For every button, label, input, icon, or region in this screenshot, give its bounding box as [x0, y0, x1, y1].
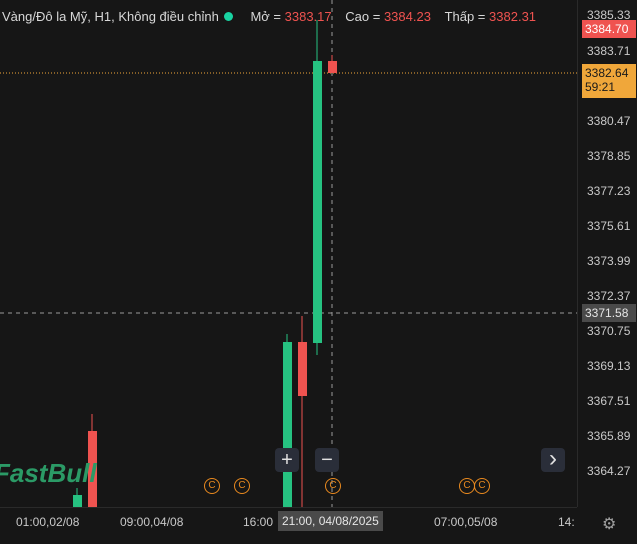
time-tick: 07:00,05/08: [434, 515, 498, 529]
chart-legend: Vàng/Đô la Mỹ, H1, Không điều chỉnh Mở =…: [2, 9, 536, 24]
time-tick: 09:00,04/08: [120, 515, 184, 529]
time-tick: 16:00: [243, 515, 274, 529]
market-status-icon: [223, 12, 233, 21]
price-tick: 3367.51: [587, 394, 631, 408]
price-tick: 3372.37: [587, 289, 631, 303]
price-tick: 3373.99: [587, 254, 631, 268]
event-marker-icon[interactable]: C: [459, 478, 475, 494]
candle: [283, 334, 292, 507]
event-marker-icon[interactable]: C: [234, 478, 250, 494]
event-marker-icon[interactable]: C: [325, 478, 341, 494]
time-tick: 01:00,02/08: [16, 515, 80, 529]
scroll-right-button[interactable]: ›: [541, 447, 565, 472]
time-tick: 14:: [558, 515, 575, 529]
high-label: Cao =: [345, 9, 381, 24]
price-tick: 3378.85: [587, 149, 631, 163]
candlestick-chart[interactable]: [0, 0, 577, 507]
gear-icon[interactable]: ⚙: [602, 514, 616, 534]
bar-countdown: 59:21: [585, 80, 616, 94]
candle: [73, 488, 82, 507]
crosshair-time-tag: 21:00, 04/08/2025: [278, 511, 383, 531]
price-tick: 3364.27: [587, 464, 631, 478]
price-tick: 3383.71: [587, 44, 631, 58]
low-value: 3382.31: [489, 9, 537, 24]
price-tick: 3369.13: [587, 359, 631, 373]
crosshair-price-tag: 3371.58: [582, 304, 636, 322]
fastbull-watermark: FastBull: [0, 458, 97, 488]
time-axis[interactable]: 01:00,02/08 09:00,04/08 16:00 07:00,05/0…: [0, 507, 577, 544]
zoom-in-button[interactable]: +: [275, 448, 299, 472]
open-label: Mở =: [250, 9, 281, 24]
price-tick: 3365.89: [587, 429, 631, 443]
last-price-tag: 3384.70: [582, 20, 636, 38]
high-value: 3384.23: [383, 9, 431, 24]
symbol-title: Vàng/Đô la Mỹ, H1, Không điều chỉnh: [2, 9, 219, 24]
price-tick: 3380.47: [587, 114, 631, 128]
event-marker-icon[interactable]: C: [204, 478, 220, 494]
chart-area[interactable]: Vàng/Đô la Mỹ, H1, Không điều chỉnh Mở =…: [0, 0, 577, 507]
low-label: Thấp =: [444, 9, 486, 24]
price-axis[interactable]: 3385.33 3383.71 3380.47 3378.85 3377.23 …: [577, 0, 637, 507]
price-tick: 3370.75: [587, 324, 631, 338]
candle: [313, 20, 322, 355]
price-tick: 3377.23: [587, 184, 631, 198]
open-value: 3383.17: [284, 9, 332, 24]
current-price-value: 3382.64: [585, 66, 629, 80]
candle: [328, 55, 337, 73]
event-marker-icon[interactable]: C: [474, 478, 490, 494]
zoom-out-button[interactable]: −: [315, 448, 339, 472]
candle: [298, 316, 307, 507]
price-tick: 3375.61: [587, 219, 631, 233]
current-price-tag: 3382.64 59:21: [582, 64, 636, 98]
